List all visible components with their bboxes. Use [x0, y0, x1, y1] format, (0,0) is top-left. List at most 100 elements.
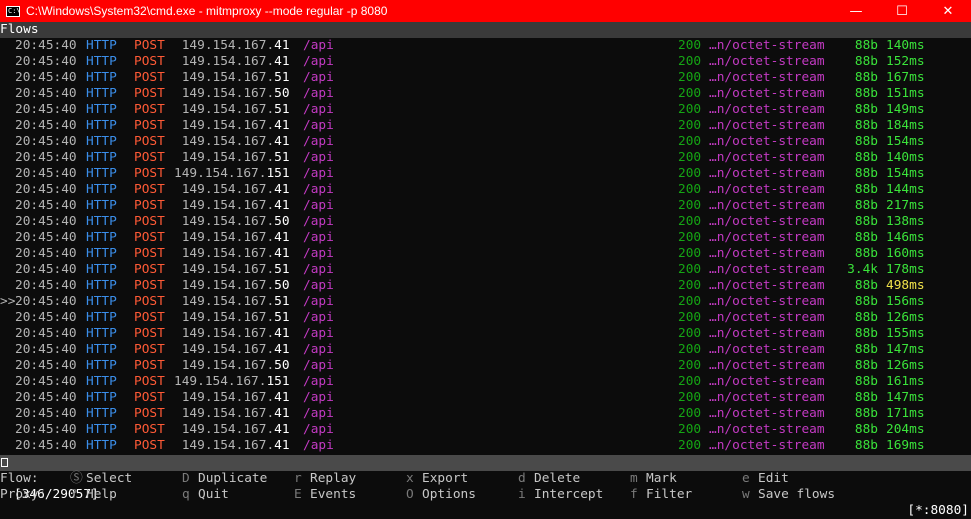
flow-row[interactable]: >> 20:45:40 HTTP POST 149.154.167.51/api 200…: [0, 294, 971, 310]
flow-time: 20:45:40: [15, 134, 77, 149]
flow-scheme: HTTP: [86, 54, 117, 69]
flow-path: /api: [303, 310, 334, 325]
key-action-delete[interactable]: Delete: [534, 471, 580, 487]
flow-status-code: 200: [678, 134, 702, 149]
key-action-edit[interactable]: Edit: [758, 471, 789, 487]
flow-content-type: …n/octet-stream: [709, 326, 825, 341]
flow-row[interactable]: 20:45:40 HTTP POST 149.154.167.41/api 200 …n…: [0, 326, 971, 342]
minimize-button[interactable]: —: [833, 0, 879, 22]
key-action-export[interactable]: Export: [422, 471, 468, 487]
key-action-save-flows[interactable]: Save flows: [758, 487, 835, 503]
key-hint: r: [294, 471, 302, 486]
flow-row[interactable]: 20:45:40 HTTP POST 149.154.167.50/api 200 …n…: [0, 278, 971, 294]
key-action-duplicate[interactable]: Duplicate: [198, 471, 267, 487]
flow-time: 20:45:40: [15, 262, 77, 277]
flow-duration: 149ms: [886, 102, 925, 117]
flow-time: 20:45:40: [15, 86, 77, 101]
flow-method: POST: [134, 262, 165, 277]
flow-status-code: 200: [678, 406, 702, 421]
flow-row[interactable]: 20:45:40 HTTP POST 149.154.167.51/api 200 …n…: [0, 262, 971, 278]
flow-host-octet: 51: [274, 262, 290, 277]
flow-row[interactable]: 20:45:40 HTTP POST 149.154.167.41/api 200 …n…: [0, 438, 971, 454]
flow-status-code: 200: [678, 246, 702, 261]
flow-host-octet: 50: [274, 358, 290, 373]
flow-duration: 184ms: [886, 118, 925, 133]
flow-row[interactable]: 20:45:40 HTTP POST 149.154.167.51/api 200 …n…: [0, 102, 971, 118]
flow-content-type: …n/octet-stream: [709, 358, 825, 373]
flow-row[interactable]: 20:45:40 HTTP POST 149.154.167.51/api 200 …n…: [0, 150, 971, 166]
title-bar: C:\ C:\Windows\System32\cmd.exe - mitmpr…: [0, 0, 971, 22]
flow-time: 20:45:40: [15, 150, 77, 165]
key-action-select[interactable]: Select: [86, 471, 132, 487]
key-action-mark[interactable]: Mark: [646, 471, 677, 487]
key-action-filter[interactable]: Filter: [646, 487, 692, 503]
flow-method: POST: [134, 230, 165, 245]
flow-path: /api: [303, 422, 334, 437]
flow-row[interactable]: 20:45:40 HTTP POST 149.154.167.41/api 200 …n…: [0, 230, 971, 246]
flow-row[interactable]: 20:45:40 HTTP POST 149.154.167.41/api 200 …n…: [0, 198, 971, 214]
flow-row[interactable]: 20:45:40 HTTP POST 149.154.167.41/api 200 …n…: [0, 38, 971, 54]
flow-method: POST: [134, 102, 165, 117]
flow-row[interactable]: 20:45:40 HTTP POST 149.154.167.41/api 200 …n…: [0, 182, 971, 198]
flow-path: /api: [303, 134, 334, 149]
flow-host: 149.154.167.51: [174, 294, 290, 309]
flow-method: POST: [134, 294, 165, 309]
flow-status-code: 200: [678, 438, 702, 453]
flow-row[interactable]: 20:45:40 HTTP POST 149.154.167.41/api 200 …n…: [0, 246, 971, 262]
flow-duration: 171ms: [886, 406, 925, 421]
flow-row[interactable]: 20:45:40 HTTP POST 149.154.167.51/api 200 …n…: [0, 70, 971, 86]
terminal[interactable]: Flows 20:45:40 HTTP POST 149.154.167.41/ap…: [0, 22, 971, 503]
flow-method: POST: [134, 86, 165, 101]
flow-host-octet: 50: [274, 278, 290, 293]
maximize-button[interactable]: ☐: [879, 0, 925, 22]
flow-scheme: HTTP: [86, 214, 117, 229]
flow-time: 20:45:40: [15, 278, 77, 293]
flow-path: /api: [303, 86, 334, 101]
flow-host: 149.154.167.151: [174, 374, 290, 389]
flow-row[interactable]: 20:45:40 HTTP POST 149.154.167.151/api 200 …n…: [0, 166, 971, 182]
flow-row[interactable]: 20:45:40 HTTP POST 149.154.167.50/api 200 …n…: [0, 358, 971, 374]
key-action-help[interactable]: Help: [86, 487, 117, 503]
flow-row[interactable]: 20:45:40 HTTP POST 149.154.167.41/api 200 …n…: [0, 342, 971, 358]
flow-row[interactable]: 20:45:40 HTTP POST 149.154.167.41/api 200 …n…: [0, 54, 971, 70]
flow-row[interactable]: 20:45:40 HTTP POST 149.154.167.41/api 200 …n…: [0, 134, 971, 150]
flow-path: /api: [303, 326, 334, 341]
flow-row[interactable]: 20:45:40 HTTP POST 149.154.167.51/api 200 …n…: [0, 310, 971, 326]
key-action-options[interactable]: Options: [422, 487, 476, 503]
key-action-intercept[interactable]: Intercept: [534, 487, 603, 503]
flow-duration: 140ms: [886, 150, 925, 165]
flow-scheme: HTTP: [86, 182, 117, 197]
flow-duration: 204ms: [886, 422, 925, 437]
flow-content-type: …n/octet-stream: [709, 406, 825, 421]
flow-scheme: HTTP: [86, 406, 117, 421]
flow-host: 149.154.167.41: [174, 326, 290, 341]
key-action-events[interactable]: Events: [310, 487, 356, 503]
flow-status-code: 200: [678, 198, 702, 213]
flow-row[interactable]: 20:45:40 HTTP POST 149.154.167.41/api 200 …n…: [0, 422, 971, 438]
flow-size: 3.4k: [847, 262, 878, 277]
flow-row[interactable]: 20:45:40 HTTP POST 149.154.167.41/api 200 …n…: [0, 390, 971, 406]
flow-size: 88b: [854, 150, 878, 165]
key-action-quit[interactable]: Quit: [198, 487, 229, 503]
flow-duration: 161ms: [886, 374, 925, 389]
flow-host-octet: 41: [274, 326, 290, 341]
flow-host: 149.154.167.41: [174, 182, 290, 197]
flow-method: POST: [134, 214, 165, 229]
flow-row[interactable]: 20:45:40 HTTP POST 149.154.167.50/api 200 …n…: [0, 86, 971, 102]
flow-path: /api: [303, 230, 334, 245]
flow-host-octet: 41: [274, 134, 290, 149]
flow-list[interactable]: 20:45:40 HTTP POST 149.154.167.41/api 200 …n…: [0, 38, 971, 454]
flow-row[interactable]: 20:45:40 HTTP POST 149.154.167.41/api 200 …n…: [0, 406, 971, 422]
flow-content-type: …n/octet-stream: [709, 374, 825, 389]
flow-row[interactable]: 20:45:40 HTTP POST 149.154.167.41/api 200 …n…: [0, 118, 971, 134]
flow-row[interactable]: 20:45:40 HTTP POST 149.154.167.50/api 200 …n…: [0, 214, 971, 230]
flow-status-code: 200: [678, 102, 702, 117]
key-action-replay[interactable]: Replay: [310, 471, 356, 487]
flow-scheme: HTTP: [86, 230, 117, 245]
flow-row[interactable]: 20:45:40 HTTP POST 149.154.167.151/api 200 …n…: [0, 374, 971, 390]
flow-content-type: …n/octet-stream: [709, 198, 825, 213]
flow-host-octet: 41: [274, 38, 290, 53]
flow-host-octet: 151: [266, 166, 290, 181]
close-button[interactable]: ✕: [925, 0, 971, 22]
flow-method: POST: [134, 134, 165, 149]
